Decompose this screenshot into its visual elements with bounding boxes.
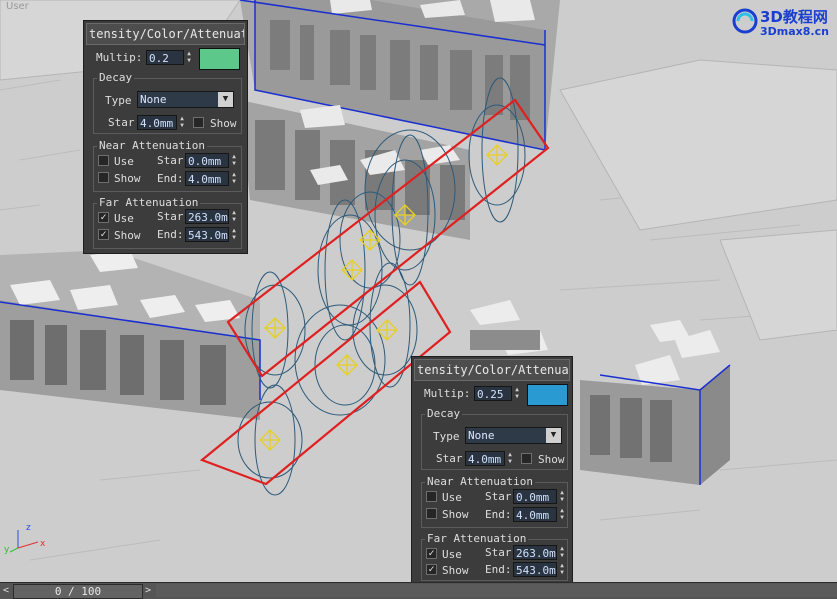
far-show-checkbox[interactable]: ✓	[426, 564, 437, 575]
time-slider[interactable]: 0 / 100	[13, 584, 143, 599]
far-start-label: Star	[485, 546, 512, 559]
far-start-input[interactable]: 263.0m	[513, 545, 557, 560]
far-use-checkbox[interactable]: ✓	[98, 212, 109, 223]
decay-type-dropdown[interactable]: None ▼	[137, 91, 234, 108]
far-start-spinner[interactable]: ▲ ▼	[230, 209, 238, 224]
near-show-checkbox[interactable]	[98, 172, 109, 183]
far-end-spinner[interactable]: ▲ ▼	[558, 562, 566, 577]
far-show-label: Show	[442, 564, 469, 577]
time-prev-button[interactable]: <	[0, 583, 12, 598]
decay-type-dropdown[interactable]: None ▼	[465, 427, 562, 444]
near-end-spinner[interactable]: ▲ ▼	[558, 507, 566, 522]
far-use-label: Use	[114, 212, 134, 225]
viewport-3d[interactable]: User 3D教程网 3Dmax8.cn z x y tensity/Color…	[0, 0, 837, 582]
far-end-spinner[interactable]: ▲ ▼	[230, 227, 238, 242]
near-end-spinner[interactable]: ▲ ▼	[230, 171, 238, 186]
near-end-input[interactable]: 4.0mm	[513, 507, 557, 522]
logo-title: 3D教程网	[760, 8, 828, 26]
light-color-swatch[interactable]	[527, 384, 568, 406]
attenuation-panel-right: tensity/Color/Attenuati Multip: 0.25 ▲ ▼ …	[411, 356, 573, 582]
near-use-checkbox[interactable]	[98, 155, 109, 166]
time-slider-bar: < 0 / 100 >	[0, 582, 837, 599]
near-start-label: Star	[485, 490, 512, 503]
near-start-input[interactable]: 0.0mm	[185, 153, 229, 168]
far-show-label: Show	[114, 229, 141, 242]
multiplier-input[interactable]: 0.2	[146, 50, 184, 65]
multiplier-spinner[interactable]: ▲ ▼	[185, 50, 193, 65]
multiplier-input[interactable]: 0.25	[474, 386, 512, 401]
decay-show-checkbox[interactable]	[193, 117, 204, 128]
far-use-label: Use	[442, 548, 462, 561]
near-use-checkbox[interactable]	[426, 491, 437, 502]
near-start-label: Star	[157, 154, 184, 167]
decay-start-input[interactable]: 4.0mm	[137, 115, 177, 130]
decay-start-spinner[interactable]: ▲ ▼	[178, 115, 186, 130]
far-attenuation-title: Far Attenuation	[425, 532, 529, 545]
multiplier-label: Multip:	[424, 387, 471, 400]
near-start-spinner[interactable]: ▲ ▼	[558, 489, 566, 504]
far-attenuation-title: Far Attenuation	[97, 196, 201, 209]
far-end-label: End:	[157, 228, 184, 241]
near-use-label: Use	[442, 491, 462, 504]
decay-show-label: Show	[210, 117, 237, 130]
logo-swirl-icon	[732, 8, 758, 34]
time-next-button[interactable]: >	[142, 583, 154, 598]
near-start-input[interactable]: 0.0mm	[513, 489, 557, 504]
far-start-input[interactable]: 263.0m	[185, 209, 229, 224]
near-use-label: Use	[114, 155, 134, 168]
decay-type-label: Type	[105, 94, 132, 107]
chevron-down-icon[interactable]: ▼	[546, 428, 561, 443]
decay-show-label: Show	[538, 453, 565, 466]
far-show-checkbox[interactable]: ✓	[98, 229, 109, 240]
decay-start-spinner[interactable]: ▲ ▼	[506, 451, 514, 466]
chevron-down-icon[interactable]: ▼	[218, 92, 233, 107]
far-start-label: Star	[157, 210, 184, 223]
decay-start-label: Star	[108, 116, 135, 129]
axis-z-label: z	[26, 523, 31, 533]
far-end-input[interactable]: 543.0m	[513, 562, 557, 577]
far-use-checkbox[interactable]: ✓	[426, 548, 437, 559]
decay-start-label: Star	[436, 452, 463, 465]
near-show-checkbox[interactable]	[426, 508, 437, 519]
near-end-label: End:	[485, 508, 512, 521]
near-start-spinner[interactable]: ▲ ▼	[230, 153, 238, 168]
panel-title[interactable]: tensity/Color/Attenuati	[414, 359, 570, 381]
decay-type-label: Type	[433, 430, 460, 443]
attenuation-panel-left: tensity/Color/Attenuati Multip: 0.2 ▲ ▼ D…	[83, 20, 248, 254]
near-show-label: Show	[442, 508, 469, 521]
decay-title: Decay	[97, 71, 135, 84]
decay-show-checkbox[interactable]	[521, 453, 532, 464]
multiplier-label: Multip:	[96, 51, 143, 64]
near-attenuation-title: Near Attenuation	[425, 475, 535, 488]
decay-title: Decay	[425, 407, 463, 420]
panel-title[interactable]: tensity/Color/Attenuati	[86, 23, 245, 45]
site-logo: 3D教程网 3Dmax8.cn	[730, 4, 834, 40]
near-end-input[interactable]: 4.0mm	[185, 171, 229, 186]
far-end-label: End:	[485, 563, 512, 576]
far-end-input[interactable]: 543.0m	[185, 227, 229, 242]
decay-start-input[interactable]: 4.0mm	[465, 451, 505, 466]
light-color-swatch[interactable]	[199, 48, 240, 70]
far-start-spinner[interactable]: ▲ ▼	[558, 545, 566, 560]
near-end-label: End:	[157, 172, 184, 185]
logo-domain: 3Dmax8.cn	[760, 25, 829, 38]
axis-x-label: x	[40, 539, 46, 549]
multiplier-spinner[interactable]: ▲ ▼	[513, 386, 521, 401]
timeline-track[interactable]	[156, 584, 837, 597]
near-show-label: Show	[114, 172, 141, 185]
axis-tripod: z x y	[4, 523, 46, 555]
axis-y-label: y	[4, 545, 10, 555]
viewport-label[interactable]: User	[6, 1, 29, 12]
near-attenuation-title: Near Attenuation	[97, 139, 207, 152]
